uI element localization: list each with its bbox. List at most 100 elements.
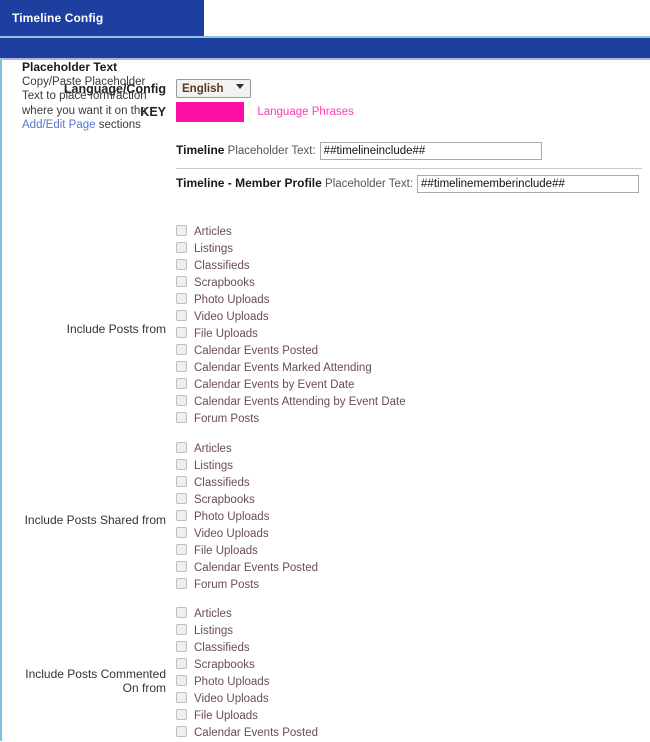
checkbox-video-uploads[interactable]: [176, 310, 187, 321]
checkbox-shared-photo-uploads[interactable]: [176, 510, 187, 521]
add-edit-page-link[interactable]: Add/Edit Page: [22, 119, 96, 131]
list-item-label: Calendar Events by Event Date: [194, 379, 355, 391]
checkbox-listings[interactable]: [176, 242, 187, 253]
placeholder-desc-line-1: Copy/Paste Placeholder: [22, 75, 146, 88]
list-item-label: Articles: [194, 608, 232, 620]
list-item-label: File Uploads: [194, 328, 258, 340]
tab-timeline-config-label: Timeline Config: [12, 11, 104, 25]
list-item[interactable]: Listings: [176, 457, 318, 474]
checkbox-commented-photo-uploads[interactable]: [176, 675, 187, 686]
list-item[interactable]: Forum Posts: [176, 410, 406, 427]
checkbox-photo-uploads[interactable]: [176, 293, 187, 304]
list-item[interactable]: Classifieds: [176, 639, 318, 656]
timeline-placeholder-input[interactable]: [319, 142, 542, 160]
list-item-label: Calendar Events Posted: [194, 345, 319, 357]
list-item[interactable]: Photo Uploads: [176, 508, 318, 525]
list-item[interactable]: Forum Posts: [176, 576, 318, 593]
list-item[interactable]: Articles: [176, 605, 318, 622]
timeline-placeholder-label-strong: Timeline: [176, 143, 225, 158]
list-item-label: Forum Posts: [194, 579, 260, 591]
list-item[interactable]: Calendar Events by Event Date: [176, 376, 406, 393]
list-item[interactable]: Photo Uploads: [176, 291, 406, 308]
checkbox-calendar-events-attending-by-event-date[interactable]: [176, 395, 187, 406]
list-item[interactable]: Calendar Events Posted: [176, 342, 406, 359]
list-item[interactable]: File Uploads: [176, 707, 318, 724]
list-item[interactable]: Listings: [176, 622, 318, 639]
list-item-label: Video Uploads: [194, 528, 269, 540]
list-item[interactable]: Classifieds: [176, 257, 406, 274]
checkbox-calendar-events-posted[interactable]: [176, 344, 187, 355]
checkbox-shared-forum-posts[interactable]: [176, 578, 187, 589]
checkbox-articles[interactable]: [176, 225, 187, 236]
config-form: Language/Config English KEY Language Phr…: [0, 60, 650, 741]
checkbox-calendar-events-marked-attending[interactable]: [176, 361, 187, 372]
list-item[interactable]: Articles: [176, 440, 318, 457]
list-item-label: Photo Uploads: [194, 676, 270, 688]
checkbox-shared-listings[interactable]: [176, 459, 187, 470]
list-item-label: Calendar Events Marked Attending: [194, 362, 372, 374]
list-item-label: Calendar Events Posted: [194, 562, 319, 574]
checkbox-shared-classifieds[interactable]: [176, 476, 187, 487]
list-item[interactable]: Listings: [176, 240, 406, 257]
list-item[interactable]: Calendar Events Posted: [176, 559, 318, 576]
list-item[interactable]: Articles: [176, 223, 406, 240]
member-placeholder-row: Timeline - Member Profile Placeholder Te…: [176, 175, 640, 193]
checkbox-commented-file-uploads[interactable]: [176, 709, 187, 720]
checkbox-commented-scrapbooks[interactable]: [176, 658, 187, 669]
list-item-label: File Uploads: [194, 545, 258, 557]
list-item[interactable]: Video Uploads: [176, 308, 406, 325]
checkbox-shared-calendar-events-posted[interactable]: [176, 561, 187, 572]
list-item[interactable]: Classifieds: [176, 474, 318, 491]
checkbox-group-include-posts-from: Articles Listings Classifieds Scrapbooks…: [176, 223, 406, 427]
list-item[interactable]: File Uploads: [176, 542, 318, 559]
checkbox-file-uploads[interactable]: [176, 327, 187, 338]
list-item-label: File Uploads: [194, 710, 258, 722]
key-color-swatch[interactable]: [176, 102, 244, 122]
checkbox-commented-calendar-events-posted[interactable]: [176, 726, 187, 737]
member-placeholder-label-strong: Timeline - Member Profile: [176, 176, 322, 191]
member-placeholder-input[interactable]: [417, 175, 640, 193]
list-item[interactable]: Scrapbooks: [176, 491, 318, 508]
placeholder-desc-line-4: Add/Edit Page sections: [22, 118, 172, 133]
checkbox-group-include-posts-shared-from: Articles Listings Classifieds Scrapbooks…: [176, 440, 318, 593]
checkbox-scrapbooks[interactable]: [176, 276, 187, 287]
checkbox-commented-articles[interactable]: [176, 607, 187, 618]
list-item[interactable]: Video Uploads: [176, 525, 318, 542]
language-config-select[interactable]: English: [176, 79, 251, 98]
toolbar-blue-bar: [0, 38, 650, 58]
list-item-label: Listings: [194, 243, 233, 255]
list-item-label: Classifieds: [194, 260, 250, 272]
list-item[interactable]: Calendar Events Posted: [176, 724, 318, 741]
list-item[interactable]: File Uploads: [176, 325, 406, 342]
list-item[interactable]: Photo Uploads: [176, 673, 318, 690]
list-item-label: Scrapbooks: [194, 659, 255, 671]
tab-timeline-config[interactable]: Timeline Config: [0, 0, 204, 36]
checkbox-commented-listings[interactable]: [176, 624, 187, 635]
checkbox-shared-articles[interactable]: [176, 442, 187, 453]
checkbox-shared-file-uploads[interactable]: [176, 544, 187, 555]
list-item-label: Classifieds: [194, 642, 250, 654]
list-item-label: Video Uploads: [194, 311, 269, 323]
checkbox-commented-classifieds[interactable]: [176, 641, 187, 652]
tab-strip: Timeline Config: [0, 0, 650, 36]
member-placeholder-label-rest: Placeholder Text:: [321, 178, 414, 191]
language-phrases-link[interactable]: Language Phrases: [257, 106, 354, 118]
checkbox-shared-scrapbooks[interactable]: [176, 493, 187, 504]
placeholder-text-title: Placeholder Text: [22, 60, 118, 74]
checkbox-shared-video-uploads[interactable]: [176, 527, 187, 538]
checkbox-calendar-events-by-event-date[interactable]: [176, 378, 187, 389]
group-label-line-2: On from: [122, 681, 166, 695]
list-item-label: Forum Posts: [194, 413, 260, 425]
list-item[interactable]: Scrapbooks: [176, 656, 318, 673]
list-item[interactable]: Calendar Events Marked Attending: [176, 359, 406, 376]
list-item-label: Scrapbooks: [194, 494, 255, 506]
checkbox-commented-video-uploads[interactable]: [176, 692, 187, 703]
list-item[interactable]: Video Uploads: [176, 690, 318, 707]
placeholder-desc-line-3: where you want it on the: [22, 104, 147, 117]
placeholder-desc-line-2: Text to place form/action: [22, 90, 147, 102]
list-item[interactable]: Scrapbooks: [176, 274, 406, 291]
list-item[interactable]: Calendar Events Attending by Event Date: [176, 393, 406, 410]
checkbox-forum-posts[interactable]: [176, 412, 187, 423]
checkbox-group-include-posts-commented-on-from: Articles Listings Classifieds Scrapbooks…: [176, 605, 318, 741]
checkbox-classifieds[interactable]: [176, 259, 187, 270]
